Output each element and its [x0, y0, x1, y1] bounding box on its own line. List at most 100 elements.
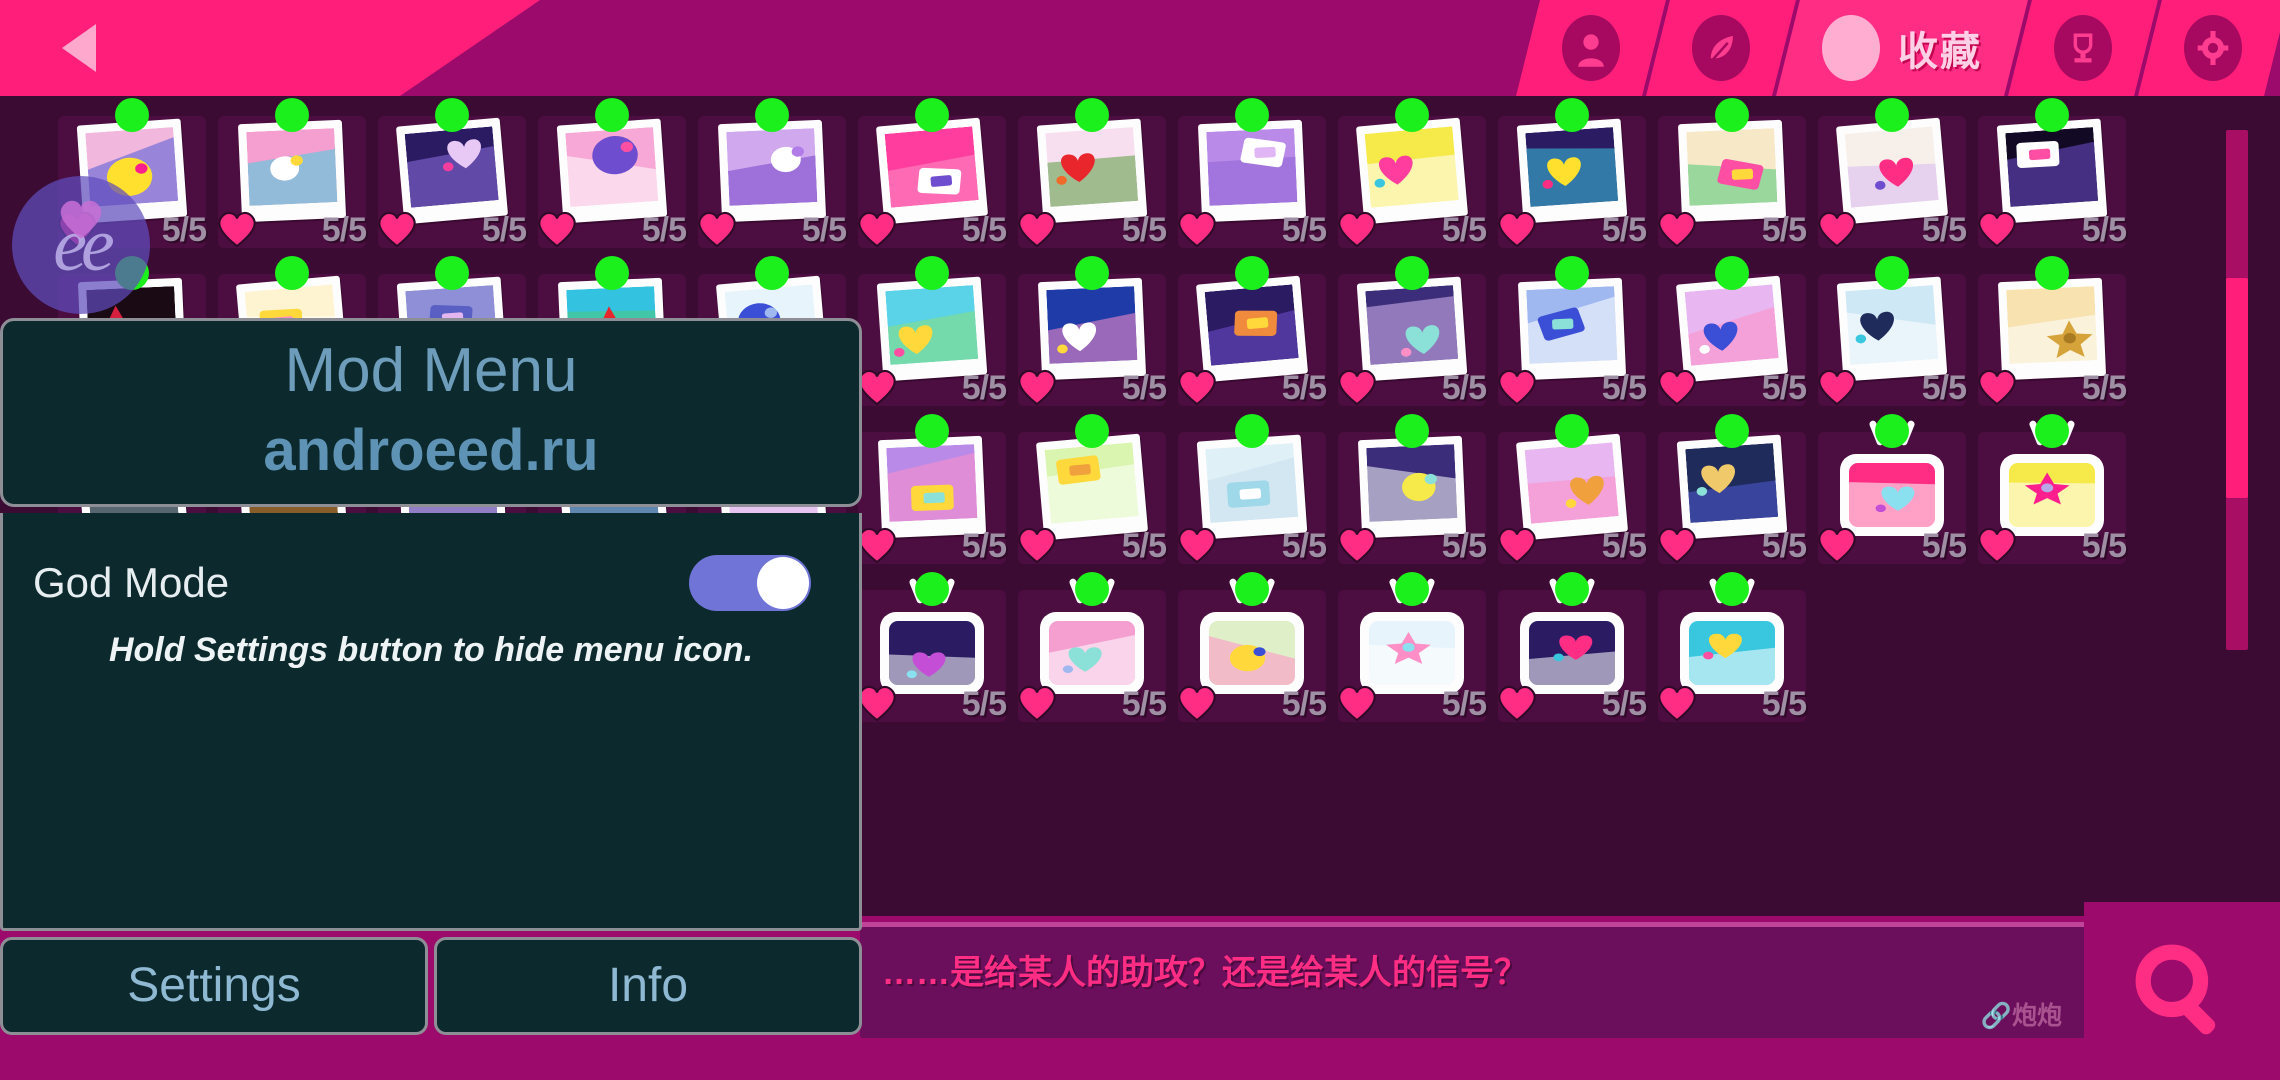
collection-card[interactable]: 5/5: [852, 96, 1012, 254]
green-dot-icon: [2035, 98, 2069, 132]
card-thumbnail-confetti-burst: [1516, 118, 1628, 224]
nav-tab-profile[interactable]: [1516, 0, 1666, 96]
collection-card[interactable]: 5/5: [532, 96, 692, 254]
collection-card[interactable]: 5/5: [1492, 570, 1652, 728]
card-thumbnail-music-notes: [1040, 596, 1144, 694]
collection-card[interactable]: 5/5: [1812, 254, 1972, 412]
mod-option-label: God Mode: [33, 558, 230, 606]
green-dot-icon: [1395, 256, 1429, 290]
card-count-label: 5/5: [1761, 211, 1807, 249]
heart-icon: [1496, 368, 1538, 406]
heart-icon: [1176, 210, 1218, 248]
collection-card[interactable]: 5/5: [1172, 254, 1332, 412]
card-count-label: 5/5: [1121, 211, 1167, 249]
nav-tab-settings[interactable]: [2138, 0, 2280, 96]
collection-card[interactable]: 5/5: [1012, 570, 1172, 728]
collection-card[interactable]: 5/5: [212, 96, 372, 254]
collection-card[interactable]: 5/5: [372, 96, 532, 254]
card-thumbnail-blue-star: [1675, 275, 1789, 383]
collection-card[interactable]: 5/5: [1972, 96, 2132, 254]
nav-tab-trophy[interactable]: [2008, 0, 2158, 96]
collection-card[interactable]: 5/5: [1012, 96, 1172, 254]
green-dot-icon: [435, 256, 469, 290]
collection-card[interactable]: 5/5: [1332, 570, 1492, 728]
collection-card[interactable]: 5/5: [852, 254, 1012, 412]
card-count-label: 5/5: [1601, 685, 1647, 723]
person-icon: [1562, 15, 1620, 81]
back-button[interactable]: [48, 22, 110, 74]
heart-icon: [1976, 210, 2018, 248]
green-dot-icon: [1715, 256, 1749, 290]
collection-card[interactable]: 5/5: [1812, 96, 1972, 254]
collection-card[interactable]: 5/5: [1652, 412, 1812, 570]
green-dot-icon: [275, 98, 309, 132]
card-count-label: 5/5: [1921, 527, 1967, 565]
green-dot-icon: [1075, 572, 1109, 606]
heart-icon: [856, 210, 898, 248]
card-count-label: 5/5: [2081, 527, 2127, 565]
collection-card[interactable]: 5/5: [1652, 96, 1812, 254]
mod-menu-float-icon[interactable]: ee: [12, 176, 150, 314]
green-dot-icon: [1075, 414, 1109, 448]
collection-card[interactable]: 5/5: [1172, 96, 1332, 254]
mod-option-god-mode[interactable]: God Mode: [3, 513, 859, 611]
mod-menu-panel[interactable]: Mod Menu androeed.ru God Mode Hold Setti…: [0, 318, 862, 1035]
mod-menu-subtitle: androeed.ru: [263, 418, 599, 484]
collection-card[interactable]: 5/5: [1652, 254, 1812, 412]
collection-card[interactable]: 5/5: [1332, 412, 1492, 570]
collection-card[interactable]: 5/5: [1012, 254, 1172, 412]
collection-card[interactable]: 5/5: [1172, 412, 1332, 570]
collection-card[interactable]: 5/5: [1332, 254, 1492, 412]
vertical-scrollbar-track[interactable]: [2226, 130, 2248, 650]
collection-card[interactable]: 5/5: [1332, 96, 1492, 254]
settings-button[interactable]: Settings: [0, 936, 428, 1035]
leaf-icon: [1692, 15, 1750, 81]
collection-card[interactable]: 5/5: [1652, 570, 1812, 728]
green-dot-icon: [915, 414, 949, 448]
heart-icon: [856, 368, 898, 406]
god-mode-toggle[interactable]: [689, 554, 811, 611]
card-thumbnail-sunburst-blue: [1680, 596, 1784, 694]
collection-card[interactable]: 5/5: [1972, 254, 2132, 412]
collection-card[interactable]: 5/5: [1492, 412, 1652, 570]
collection-card[interactable]: 5/5: [1812, 412, 1972, 570]
heart-icon: [1336, 684, 1378, 722]
green-dot-icon: [1875, 256, 1909, 290]
collection-card[interactable]: 5/5: [852, 412, 1012, 570]
dialogue-box[interactable]: ……是给某人的助攻？还是给某人的信号？ 🔗炮炮: [860, 922, 2090, 1038]
collection-card[interactable]: 5/5: [692, 96, 852, 254]
card-thumbnail-red-envelope: [1036, 118, 1148, 224]
toggle-knob: [757, 556, 809, 609]
info-button[interactable]: Info: [434, 936, 862, 1035]
heart-icon: [60, 200, 102, 239]
collection-card[interactable]: 5/5: [1492, 254, 1652, 412]
collection-card[interactable]: 5/5: [1492, 96, 1652, 254]
nav-tab-collection[interactable]: 收藏: [1776, 0, 2028, 96]
card-count-label: 5/5: [961, 369, 1007, 407]
heart-icon: [1336, 210, 1378, 248]
collection-card[interactable]: 5/5: [1012, 412, 1172, 570]
green-dot-icon: [1395, 414, 1429, 448]
green-dot-icon: [1235, 572, 1269, 606]
green-dot-icon: [1395, 572, 1429, 606]
heart-icon: [856, 684, 898, 722]
nav-tab-feather[interactable]: [1646, 0, 1796, 96]
card-count-label: 5/5: [961, 527, 1007, 565]
search-button[interactable]: [2084, 902, 2280, 1080]
green-dot-icon: [435, 98, 469, 132]
heart-icon: [1016, 210, 1058, 248]
collection-card[interactable]: 5/5: [1172, 570, 1332, 728]
card-thumbnail-rays-pink: [1520, 596, 1624, 694]
heart-icon: [696, 210, 738, 248]
heart-icon: [1176, 526, 1218, 564]
card-count-label: 5/5: [2081, 211, 2127, 249]
collection-card[interactable]: 5/5: [1972, 412, 2132, 570]
collection-card[interactable]: 5/5: [852, 570, 1012, 728]
heart-icon: [1656, 526, 1698, 564]
back-triangle-icon: [62, 24, 96, 72]
card-thumbnail-green-star: [1035, 433, 1149, 541]
card-count-label: 5/5: [641, 211, 687, 249]
vertical-scrollbar-thumb[interactable]: [2226, 278, 2248, 498]
card-count-label: 5/5: [1601, 211, 1647, 249]
card-count-label: 5/5: [1761, 527, 1807, 565]
